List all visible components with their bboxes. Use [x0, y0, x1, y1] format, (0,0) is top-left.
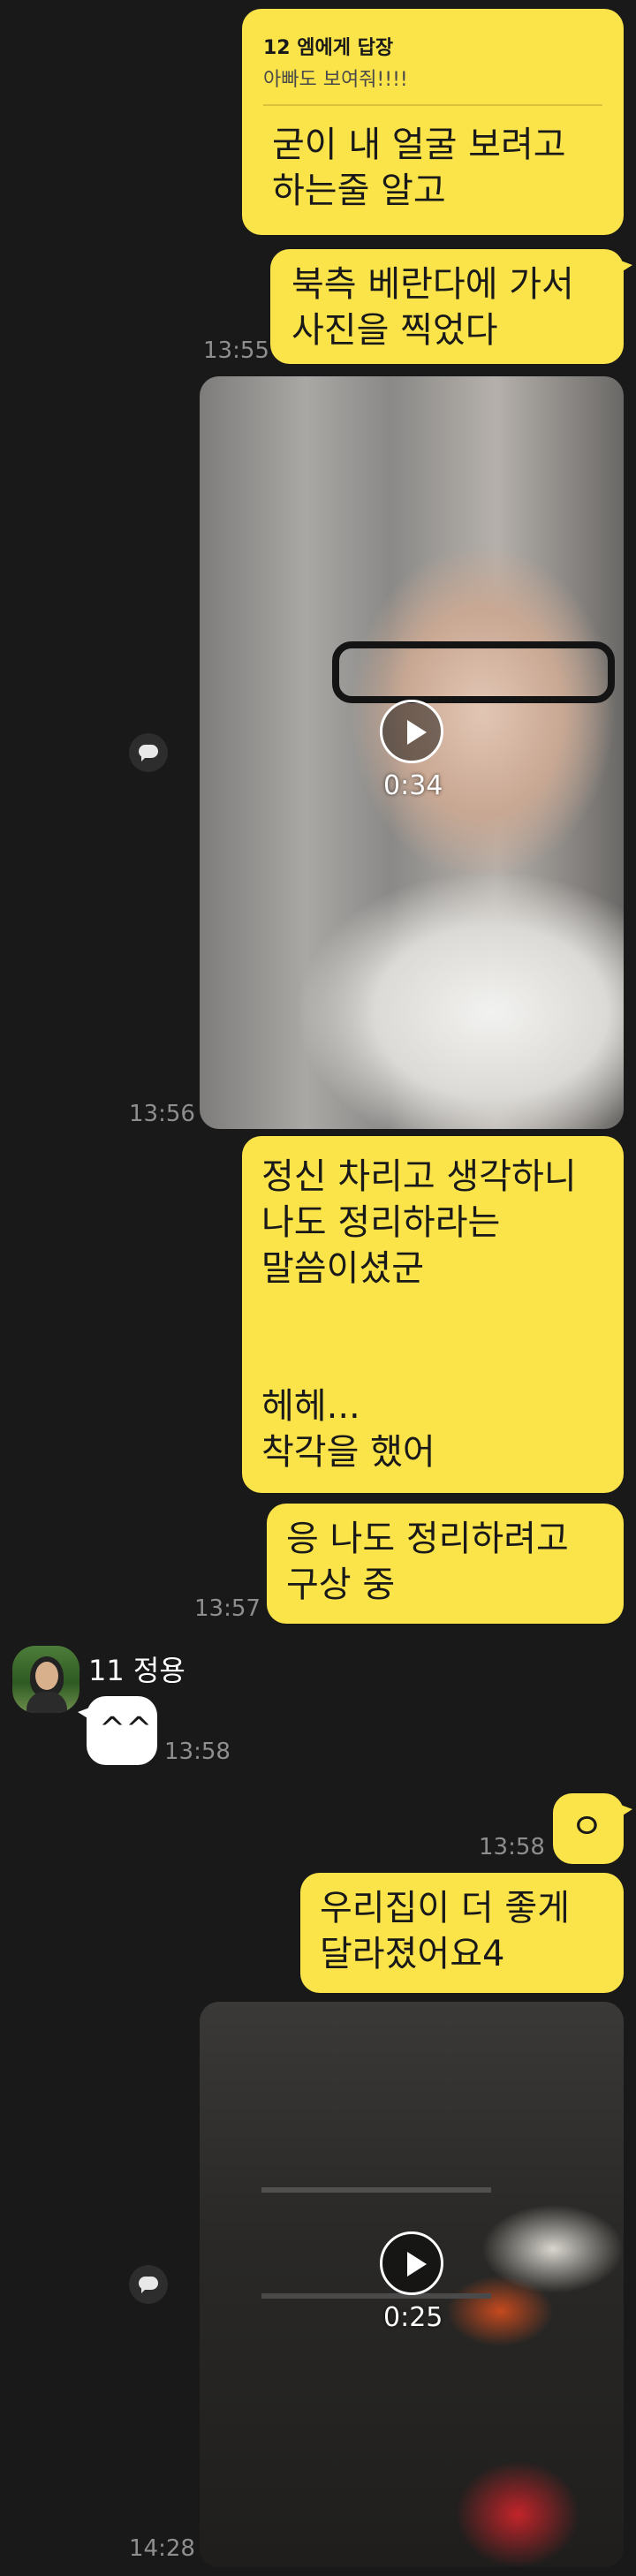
- play-icon[interactable]: [380, 2231, 443, 2295]
- message-text: 북측 베란다에 가서 사진을 찍었다: [292, 264, 574, 351]
- video-message-1[interactable]: 0:34: [200, 376, 624, 1129]
- reply-target-label: 12 엠에게 답장: [263, 37, 394, 59]
- message-bubble[interactable]: 우리집이 더 좋게 달라졌어요4: [300, 1873, 624, 1993]
- message-text: ㅇ: [571, 1807, 603, 1847]
- video-duration: 0:34: [383, 770, 443, 801]
- message-timestamp: 13:58: [164, 1739, 231, 1765]
- avatar[interactable]: [12, 1646, 80, 1713]
- message-bubble[interactable]: 응 나도 정리하려고 구상 중: [267, 1504, 624, 1624]
- shelf-line: [261, 2187, 491, 2193]
- message-text: 굳이 내 얼굴 보려고 하는줄 알고: [272, 125, 566, 211]
- video-message-2[interactable]: 0:25: [200, 2002, 624, 2567]
- message-text: 정신 차리고 생각하니 나도 정리하라는 말씀이셨군 헤헤... 착각을 했어: [261, 1156, 577, 1473]
- reply-quoted-text: 아빠도 보여줘!!!!: [263, 69, 408, 91]
- message-text: ^^: [99, 1711, 153, 1747]
- message-text: 우리집이 더 좋게 달라졌어요4: [320, 1888, 571, 1974]
- message-bubble[interactable]: 정신 차리고 생각하니 나도 정리하라는 말씀이셨군 헤헤... 착각을 했어: [242, 1136, 624, 1493]
- message-timestamp: 13:55: [203, 337, 269, 364]
- shelf-line: [261, 2293, 491, 2299]
- reply-divider: [263, 104, 602, 106]
- message-timestamp: 13:57: [194, 1595, 261, 1622]
- message-timestamp: 13:58: [479, 1834, 545, 1860]
- avatar-body: [26, 1692, 67, 1713]
- video-duration: 0:25: [383, 2302, 443, 2333]
- reply-message-bubble[interactable]: 12 엠에게 답장 아빠도 보여줘!!!! 굳이 내 얼굴 보려고 하는줄 알고: [242, 9, 624, 235]
- message-bubble[interactable]: ㅇ: [553, 1793, 632, 1864]
- message-timestamp: 14:28: [129, 2535, 195, 2562]
- message-timestamp: 13:56: [129, 1101, 195, 1127]
- sender-name: 11 정용: [88, 1654, 186, 1687]
- chat-bubble-icon[interactable]: [129, 2265, 168, 2304]
- play-icon[interactable]: [380, 700, 443, 763]
- chat-bubble-icon[interactable]: [129, 733, 168, 772]
- message-bubble[interactable]: 북측 베란다에 가서 사진을 찍었다: [270, 249, 632, 364]
- incoming-message-bubble[interactable]: ^^: [78, 1696, 157, 1765]
- avatar-face: [35, 1662, 58, 1690]
- glasses-shape: [332, 641, 615, 703]
- message-text: 응 나도 정리하려고 구상 중: [286, 1519, 569, 1605]
